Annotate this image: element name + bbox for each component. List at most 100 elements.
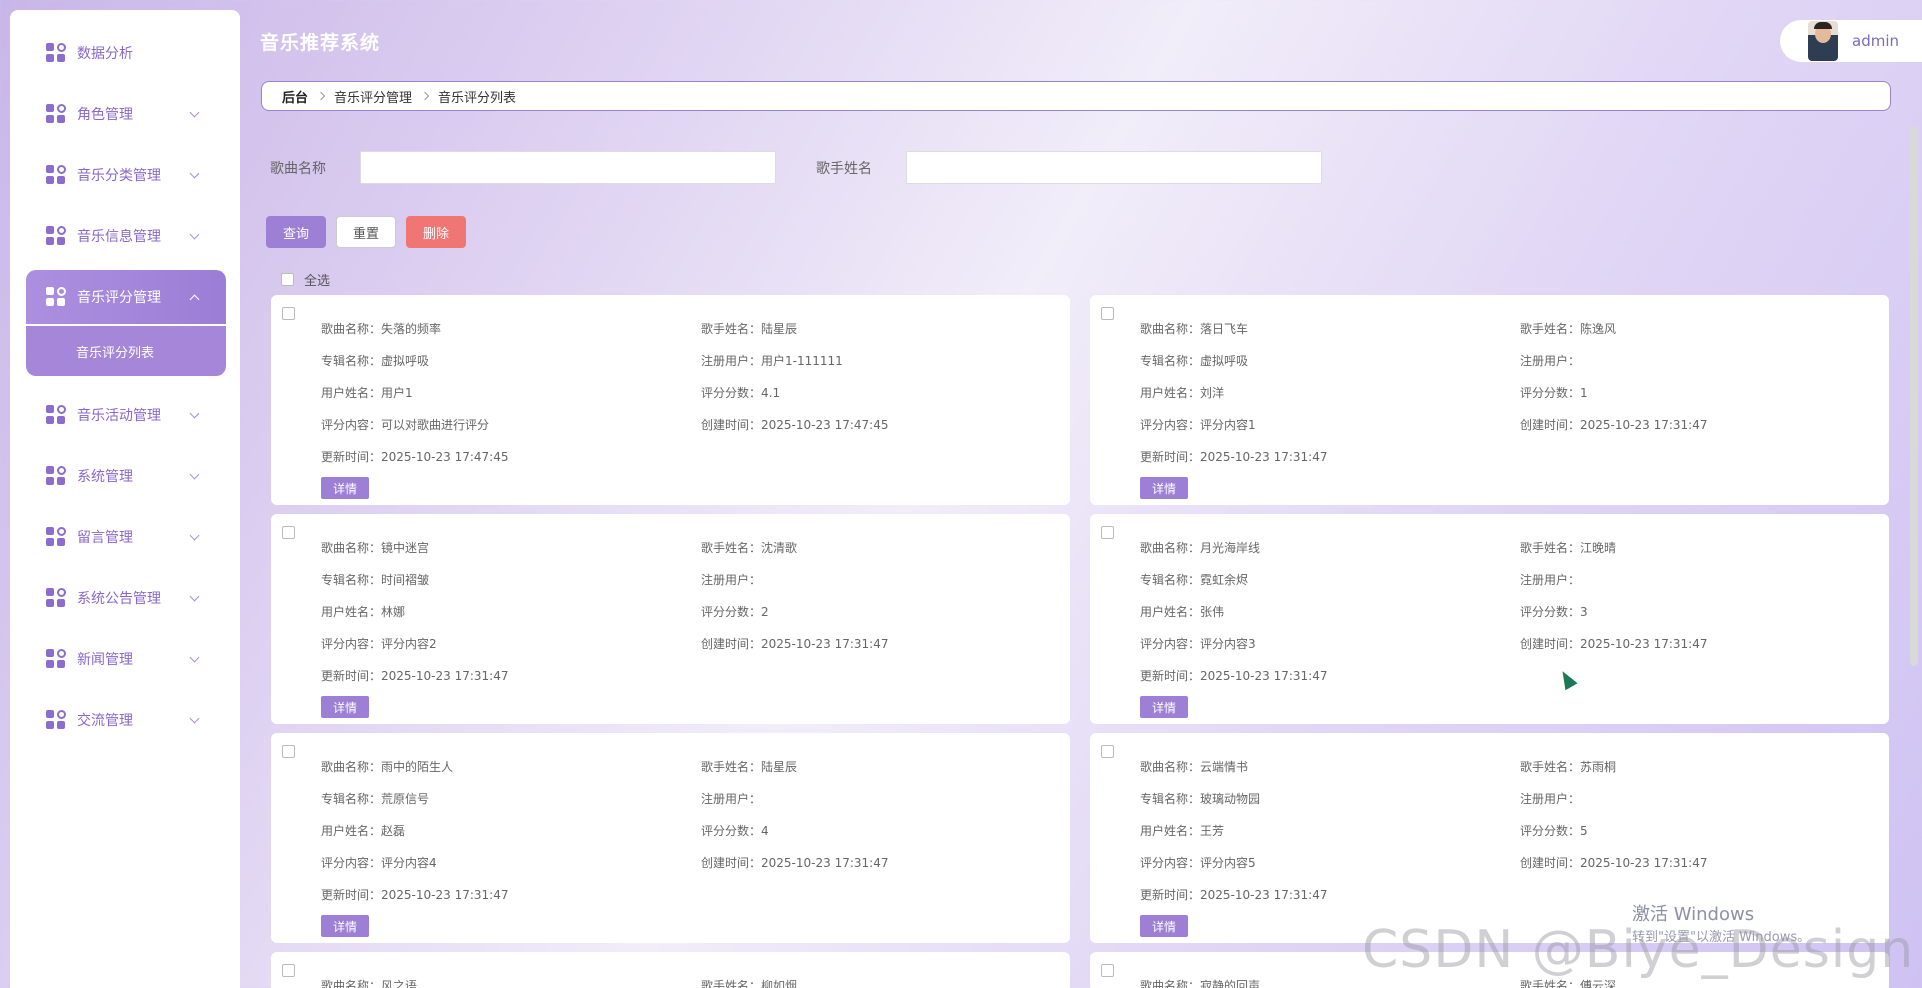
card-checkbox[interactable] [282, 307, 295, 320]
card-checkbox[interactable] [282, 745, 295, 758]
detail-button[interactable]: 详情 [1140, 477, 1188, 499]
delete-button[interactable]: 删除 [406, 216, 466, 248]
card-checkbox[interactable] [282, 964, 295, 977]
chevron-down-icon [189, 469, 200, 479]
field-value: 柳如烟 [761, 979, 798, 988]
field-label: 专辑名称： [1140, 354, 1201, 368]
field-label: 歌曲名称： [321, 541, 382, 555]
detail-button[interactable]: 详情 [1140, 915, 1188, 937]
sidebar-item-6[interactable]: 系统管理 [26, 449, 226, 503]
sidebar-item-2[interactable]: 音乐分类管理 [26, 148, 226, 202]
reset-button[interactable]: 重置 [336, 216, 396, 248]
grid-app-icon [46, 287, 66, 307]
field-value: 2025-10-23 17:31:47 [1200, 888, 1328, 902]
card-checkbox[interactable] [1101, 745, 1114, 758]
field-album: 专辑名称：虚拟呼吸 [1140, 345, 1520, 377]
chevron-down-icon [189, 713, 200, 723]
chevron-down-icon [189, 107, 200, 117]
detail-button[interactable]: 详情 [1140, 696, 1188, 718]
field-user_name: 用户姓名：王芳 [1140, 815, 1520, 847]
field-value: 陈逸风 [1580, 322, 1617, 336]
sidebar-item-0[interactable]: 数据分析 [26, 26, 226, 80]
field-label: 注册用户： [1520, 573, 1581, 587]
card-checkbox[interactable] [1101, 964, 1114, 977]
field-label: 评分内容： [1140, 856, 1201, 870]
field-reg_user: 注册用户： [701, 783, 1081, 815]
field-label: 歌曲名称： [1140, 979, 1201, 988]
field-label: 评分分数： [701, 605, 762, 619]
field-label: 评分内容： [321, 637, 382, 651]
sidebar-item-4[interactable]: 音乐评分管理 [26, 270, 226, 324]
field-value: 评分内容4 [381, 856, 437, 870]
sidebar-item-1[interactable]: 角色管理 [26, 87, 226, 141]
select-all[interactable]: 全选 [281, 270, 330, 289]
field-song: 歌曲名称：云端情书 [1140, 751, 1520, 783]
field-created: 创建时间：2025-10-23 17:31:47 [1520, 409, 1900, 441]
detail-button[interactable]: 详情 [321, 477, 369, 499]
field-label: 注册用户： [701, 792, 762, 806]
field-singer: 歌手姓名：沈清歌 [701, 532, 1081, 564]
sidebar-item-3[interactable]: 音乐信息管理 [26, 209, 226, 263]
breadcrumb-root[interactable]: 后台 [282, 87, 308, 106]
field-label: 用户姓名： [1140, 824, 1201, 838]
field-singer: 歌手姓名：苏雨桐 [1520, 751, 1900, 783]
singer-name-input[interactable] [906, 151, 1322, 184]
field-song: 歌曲名称：失落的频率 [321, 313, 701, 345]
scrollbar[interactable] [1910, 126, 1918, 666]
chevron-down-icon [189, 591, 200, 601]
field-label: 评分内容： [321, 856, 382, 870]
rating-card-list: 歌曲名称：失落的频率 歌手姓名：陆星辰 专辑名称：虚拟呼吸 注册用户：用户1-1111… [271, 295, 1889, 988]
query-button[interactable]: 查询 [266, 216, 326, 248]
sidebar-item-label: 留言管理 [77, 530, 133, 546]
card-checkbox[interactable] [1101, 526, 1114, 539]
field-label: 评分分数： [701, 824, 762, 838]
field-value: 评分内容1 [1200, 418, 1256, 432]
field-created: 创建时间：2025-10-23 17:31:47 [701, 628, 1081, 660]
field-value: 林娜 [381, 605, 406, 619]
search-form: 歌曲名称 歌手姓名 [270, 151, 1362, 184]
field-album: 专辑名称：玻璃动物园 [1140, 783, 1520, 815]
field-created: 创建时间：2025-10-23 17:31:47 [701, 847, 1081, 879]
field-value: 玻璃动物园 [1200, 792, 1261, 806]
sidebar-item-7[interactable]: 留言管理 [26, 510, 226, 564]
field-updated: 更新时间：2025-10-23 17:31:47 [321, 879, 701, 911]
field-label: 歌曲名称： [321, 979, 382, 988]
sidebar-item-9[interactable]: 新闻管理 [26, 632, 226, 686]
card-checkbox[interactable] [282, 526, 295, 539]
sidebar-item-label: 交流管理 [77, 713, 133, 729]
field-label: 用户姓名： [321, 605, 382, 619]
field-reg_user: 注册用户：用户1-111111 [701, 345, 1081, 377]
field-value: 虚拟呼吸 [1200, 354, 1249, 368]
field-label: 评分内容： [321, 418, 382, 432]
song-name-input[interactable] [360, 151, 776, 184]
sidebar-item-10[interactable]: 交流管理 [26, 693, 226, 747]
song-name-label: 歌曲名称 [270, 160, 326, 177]
user-name: admin [1852, 32, 1899, 50]
field-singer: 歌手姓名：陆星辰 [701, 313, 1081, 345]
field-album: 专辑名称：时间褶皱 [321, 564, 701, 596]
detail-button[interactable]: 详情 [321, 696, 369, 718]
field-label: 评分内容： [1140, 637, 1201, 651]
field-label: 创建时间： [1520, 856, 1581, 870]
sidebar-subitem[interactable]: 音乐评分列表 [26, 326, 226, 376]
field-comment: 评分内容：评分内容1 [1140, 409, 1520, 441]
field-value: 风之语 [381, 979, 418, 988]
sidebar-item-5[interactable]: 音乐活动管理 [26, 388, 226, 442]
field-user_name: 用户姓名：用户1 [321, 377, 701, 409]
grid-app-icon [46, 710, 66, 730]
field-song: 歌曲名称：月光海岸线 [1140, 532, 1520, 564]
field-value: 霓虹余烬 [1200, 573, 1249, 587]
field-value: 2025-10-23 17:47:45 [761, 418, 889, 432]
detail-button[interactable]: 详情 [321, 915, 369, 937]
field-value: 陆星辰 [761, 322, 798, 336]
breadcrumb-level1[interactable]: 音乐评分管理 [334, 87, 412, 106]
field-value: 可以对歌曲进行评分 [381, 418, 490, 432]
field-value: 用户1-111111 [761, 354, 843, 368]
field-value: 3 [1580, 605, 1588, 619]
rating-card: 歌曲名称：镜中迷宫 歌手姓名：沈清歌 专辑名称：时间褶皱 注册用户： 用户姓名：林娜 评分… [271, 514, 1070, 724]
user-menu[interactable]: admin [1780, 20, 1922, 62]
field-updated: 更新时间：2025-10-23 17:31:47 [1140, 879, 1520, 911]
card-checkbox[interactable] [1101, 307, 1114, 320]
select-all-checkbox[interactable] [281, 273, 294, 286]
sidebar-item-8[interactable]: 系统公告管理 [26, 571, 226, 625]
